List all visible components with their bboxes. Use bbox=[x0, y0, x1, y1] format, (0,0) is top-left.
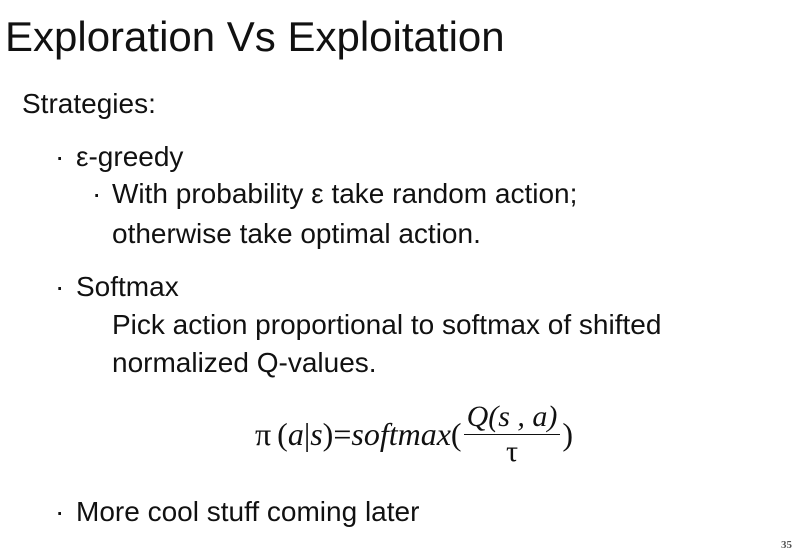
formula-softmax: softmax bbox=[351, 416, 451, 452]
formula-paren: ) bbox=[322, 416, 334, 452]
epsilon-greedy-desc-1: With probability ε take random action; bbox=[112, 178, 578, 209]
page-number: 35 bbox=[781, 539, 792, 551]
bullet-icon: · bbox=[55, 141, 65, 172]
formula-a: a bbox=[287, 416, 304, 452]
bullet-icon: · bbox=[55, 496, 65, 527]
formula-equals: = bbox=[333, 416, 352, 452]
bullet-icon: · bbox=[55, 271, 65, 302]
formula-numerator: Q(s , a) bbox=[463, 402, 561, 435]
formula-pi: π bbox=[255, 416, 272, 452]
item-more-stuff: More cool stuff coming later bbox=[76, 496, 420, 527]
item-epsilon-greedy: ε-greedy bbox=[76, 141, 184, 172]
formula-fraction: Q(s , a) τ bbox=[463, 402, 561, 468]
slide-title: Exploration Vs Exploitation bbox=[5, 13, 505, 60]
softmax-formula: π ( a | s ) = softmax ( Q(s , a) τ ) bbox=[255, 402, 573, 467]
item-softmax: Softmax bbox=[76, 271, 179, 302]
softmax-desc-1: Pick action proportional to softmax of s… bbox=[112, 309, 662, 340]
bullet-icon: · bbox=[92, 178, 102, 209]
formula-s: s bbox=[310, 416, 323, 452]
formula-paren: ( bbox=[450, 416, 462, 452]
softmax-desc-2: normalized Q-values. bbox=[112, 347, 377, 378]
epsilon-greedy-desc-2: otherwise take optimal action. bbox=[112, 218, 481, 249]
strategies-heading: Strategies: bbox=[22, 88, 156, 119]
formula-denominator: τ bbox=[505, 435, 519, 468]
formula-paren: ) bbox=[562, 416, 574, 452]
formula-paren: ( bbox=[277, 416, 288, 452]
